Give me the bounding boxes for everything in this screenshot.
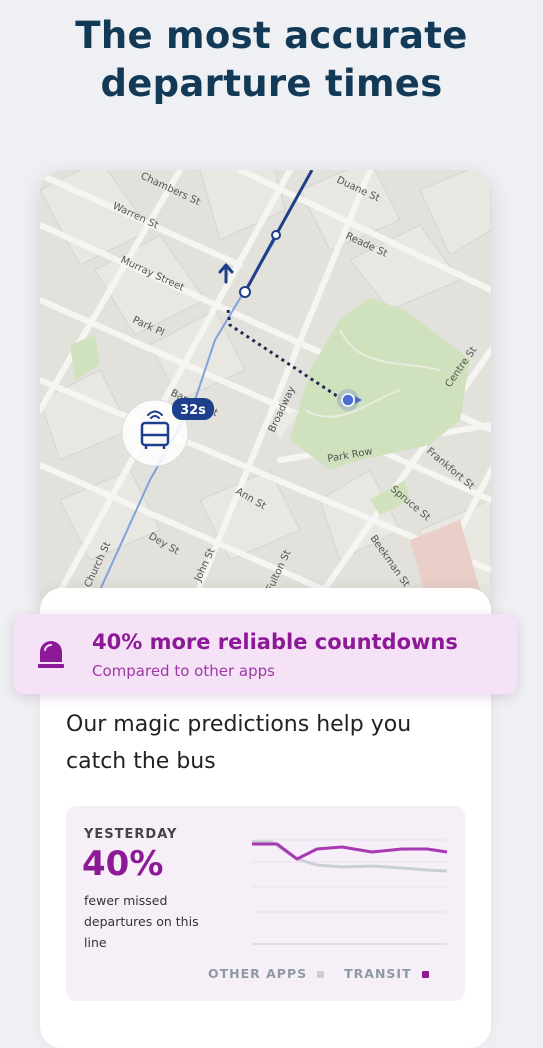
legend-other-dot [317,971,325,978]
stats-panel: YESTERDAY 40% fewer missed departures on… [66,806,465,1001]
transit-line [252,842,448,861]
countdown-badge: 32s [172,398,214,420]
headline-line-2: departure times [100,62,443,105]
stats-value: 40% [82,844,164,884]
chart-legend: OTHER APPS TRANSIT [208,966,429,981]
map-view[interactable]: Chambers St Warren St Murray Street Park… [40,170,491,610]
legend-other-apps: OTHER APPS [208,966,308,981]
legend-transit-dot [421,971,429,978]
banner-subtitle: Compared to other apps [92,662,275,680]
stats-description: fewer missed departures on this line [84,893,199,950]
legend-transit: TRANSIT [344,966,412,981]
banner-title: 40% more reliable countdowns [92,630,458,654]
comparison-sparkline [252,839,448,945]
headline-line-1: The most accurate [75,14,468,57]
page-headline: The most accurate departure times [0,12,543,108]
stats-period-label: YESTERDAY [84,827,178,842]
description-text: Our magic predictions help you catch the… [66,712,412,774]
reliability-banner: 40% more reliable countdowns Compared to… [14,614,517,694]
siren-icon [38,641,64,668]
countdown-badge-label: 32s [180,403,206,418]
